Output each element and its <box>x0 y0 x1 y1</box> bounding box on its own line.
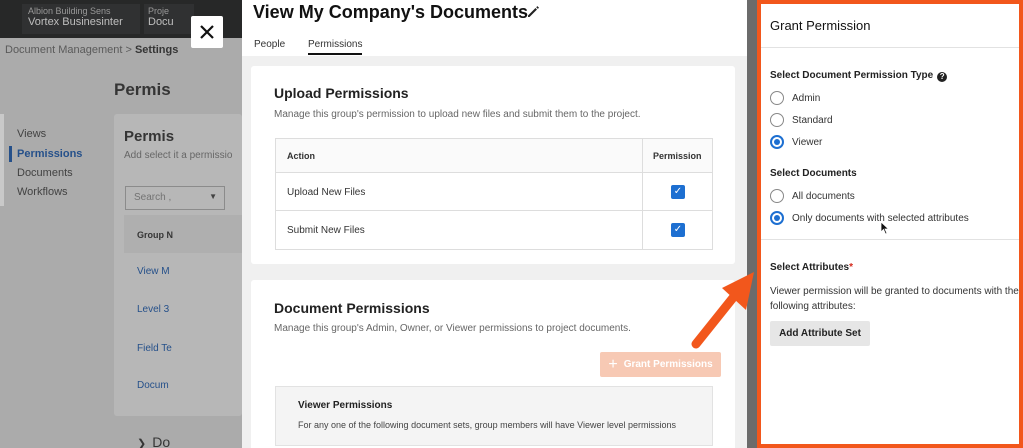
upload-permissions-table: Action Permission Upload New Files ✓ Sub… <box>275 138 713 250</box>
document-permissions-panel: Document Permissions Manage this group's… <box>251 280 735 448</box>
viewer-permissions-subtitle: For any one of the following document se… <box>298 420 677 430</box>
radio-viewer[interactable]: Viewer <box>770 134 822 150</box>
upload-permissions-panel: Upload Permissions Manage this group's p… <box>251 66 735 264</box>
modal-backdrop <box>0 0 242 448</box>
viewer-permissions-section: Viewer Permissions For any one of the fo… <box>275 386 713 446</box>
add-attribute-set-button[interactable]: Add Attribute Set <box>770 321 870 346</box>
radio-admin[interactable]: Admin <box>770 90 820 106</box>
radio-all-documents[interactable]: All documents <box>770 188 855 204</box>
action-upload-new-files: Upload New Files <box>287 187 366 198</box>
background-app: Albion Building Sens Vortex Businesinter… <box>0 0 242 448</box>
permission-type-label-text: Select Document Permission Type <box>770 70 934 81</box>
table-row: Upload New Files ✓ <box>276 173 712 211</box>
radio-button[interactable] <box>770 91 784 105</box>
select-documents-label: Select Documents <box>770 168 857 179</box>
grant-permission-title: Grant Permission <box>770 18 871 33</box>
modal-title: View My Company's Documents <box>253 2 529 22</box>
upload-new-files-checkbox[interactable]: ✓ <box>671 185 685 199</box>
permission-type-label: Select Document Permission Type? <box>770 70 948 82</box>
upload-permissions-title: Upload Permissions <box>274 85 409 101</box>
tab-permissions[interactable]: Permissions <box>308 39 363 55</box>
modal-header: View My Company's Documents People Permi… <box>242 0 747 56</box>
required-mark: * <box>849 262 853 273</box>
radio-label-viewer: Viewer <box>792 136 823 148</box>
submit-new-files-checkbox[interactable]: ✓ <box>671 223 685 237</box>
grant-permissions-button[interactable]: + Grant Permissions <box>600 352 721 377</box>
select-attributes-label: Select Attributes* <box>770 262 853 273</box>
help-icon[interactable]: ? <box>937 72 948 82</box>
radio-label-standard: Standard <box>792 114 833 126</box>
close-button[interactable] <box>191 16 223 48</box>
check-icon: ✓ <box>673 186 683 197</box>
document-permissions-title: Document Permissions <box>274 300 430 316</box>
callout-arrow-icon <box>691 272 754 349</box>
mouse-cursor-icon <box>880 221 890 235</box>
column-header-action: Action <box>287 151 315 161</box>
grant-permissions-label: Grant Permissions <box>623 359 713 370</box>
radio-standard[interactable]: Standard <box>770 112 833 128</box>
tab-people[interactable]: People <box>254 39 285 53</box>
radio-button[interactable] <box>770 189 784 203</box>
select-attributes-label-text: Select Attributes <box>770 262 850 273</box>
radio-button[interactable] <box>770 113 784 127</box>
close-icon <box>200 25 214 39</box>
table-header-row: Action Permission <box>276 139 712 173</box>
table-row: Submit New Files ✓ <box>276 211 712 249</box>
radio-button-selected[interactable] <box>770 135 784 149</box>
radio-button-selected[interactable] <box>770 211 784 225</box>
radio-selected-attributes[interactable]: Only documents with selected attributes <box>770 210 969 226</box>
grant-permission-panel: Grant Permission Select Document Permiss… <box>757 0 1023 448</box>
viewer-permissions-title: Viewer Permissions <box>298 400 393 411</box>
group-details-modal: View My Company's Documents People Permi… <box>242 0 747 448</box>
document-permissions-subtitle: Manage this group's Admin, Owner, or Vie… <box>274 323 631 334</box>
plus-icon: + <box>608 355 618 373</box>
upload-permissions-subtitle: Manage this group's permission to upload… <box>274 109 641 120</box>
check-icon: ✓ <box>673 224 683 235</box>
pencil-icon[interactable] <box>525 3 541 19</box>
divider <box>761 47 1019 48</box>
radio-label-admin: Admin <box>792 92 821 104</box>
action-submit-new-files: Submit New Files <box>287 225 365 236</box>
column-header-permission: Permission <box>653 151 702 161</box>
attributes-description: Viewer permission will be granted to doc… <box>770 286 1019 312</box>
radio-label-all-documents: All documents <box>792 190 855 202</box>
divider <box>761 239 1019 240</box>
